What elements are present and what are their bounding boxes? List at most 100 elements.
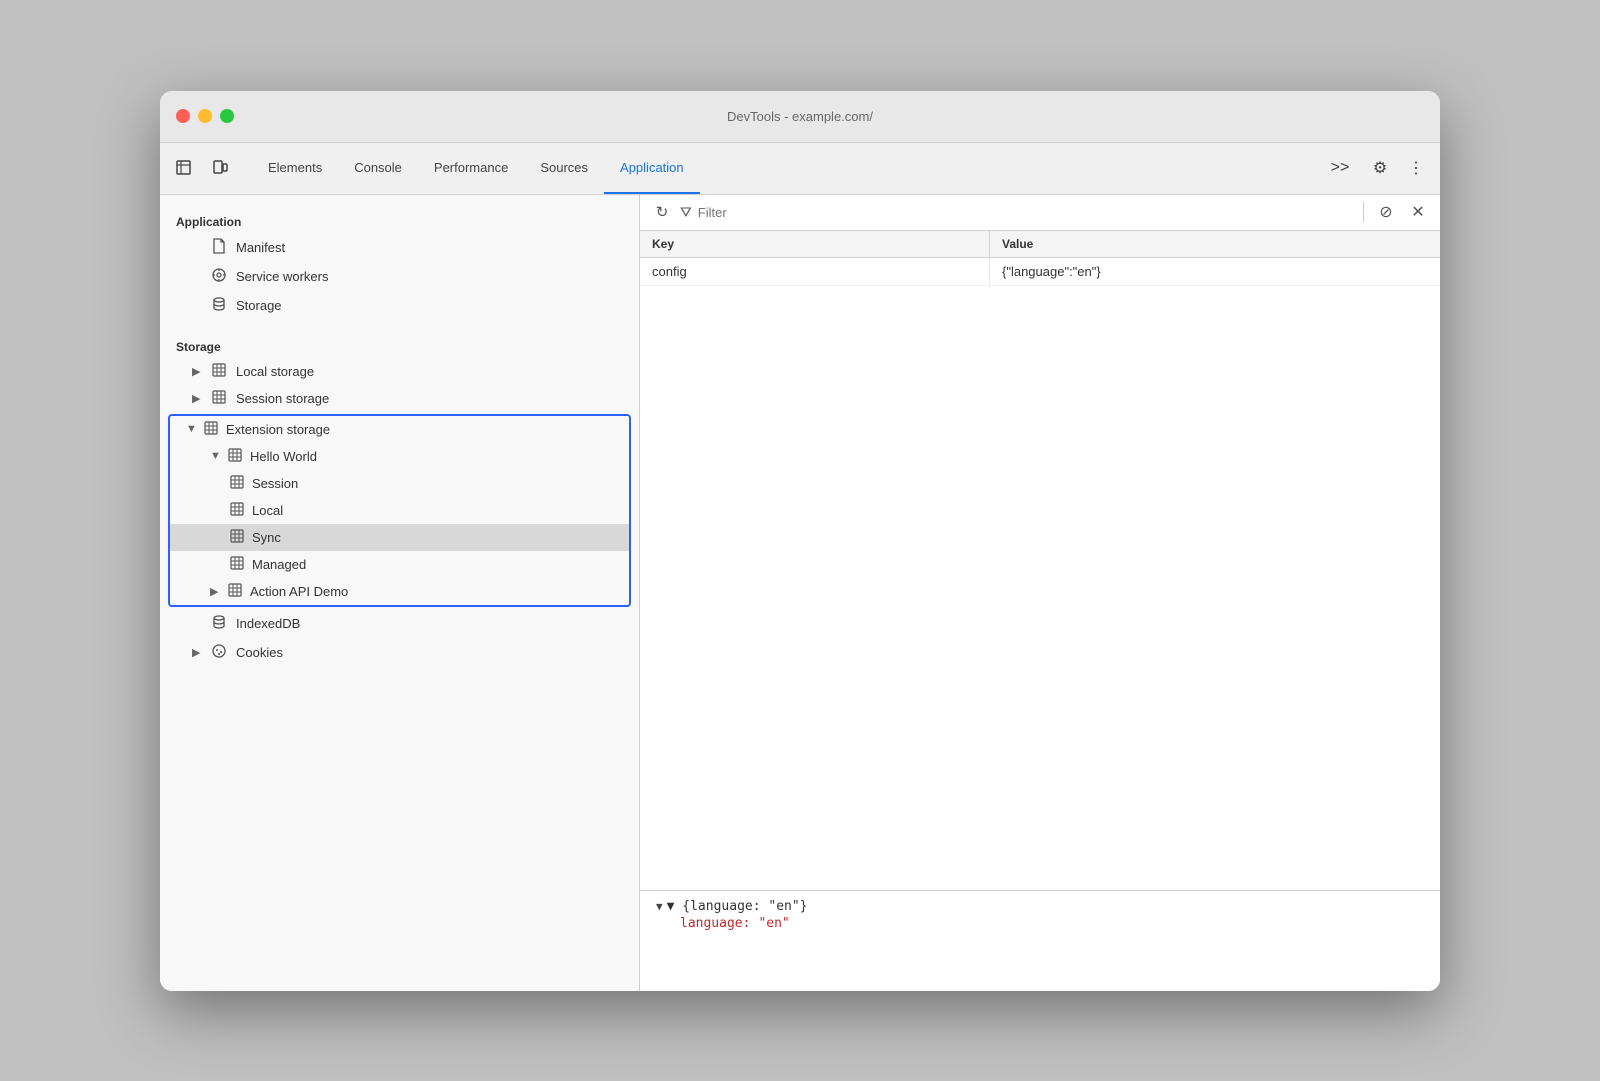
device-icon xyxy=(211,159,229,177)
grid-icon-ext xyxy=(204,421,218,438)
sidebar-item-local-storage[interactable]: ▶ Local storage xyxy=(160,358,639,385)
session-storage-label: Session storage xyxy=(236,391,329,406)
title-bar: DevTools - example.com/ xyxy=(160,91,1440,143)
session-sub-label: Session xyxy=(252,476,298,491)
right-arrow-api: ▶ xyxy=(210,585,220,598)
managed-label: Managed xyxy=(252,557,306,572)
close-button[interactable] xyxy=(176,109,190,123)
indexeddb-label: IndexedDB xyxy=(236,616,300,631)
gear-icon: ⚙ xyxy=(1373,158,1387,178)
sidebar-item-cookies[interactable]: ▶ Cookies xyxy=(160,638,639,667)
database-icon xyxy=(210,296,228,315)
sidebar-item-hw-managed[interactable]: Managed xyxy=(170,551,629,578)
action-api-demo-label: Action API Demo xyxy=(250,584,348,599)
preview-sub-row: language: "en" xyxy=(656,916,1424,931)
no-entry-icon: ⊘ xyxy=(1379,202,1392,222)
preview-panel: ▼ ▼ {language: "en"} language: "en" xyxy=(640,891,1440,991)
cookies-label: Cookies xyxy=(236,645,283,660)
main-content: Application Manifest xyxy=(160,195,1440,991)
tab-sources[interactable]: Sources xyxy=(524,143,604,194)
grid-icon-hw-session xyxy=(230,475,244,492)
cell-value-config: {"language":"en"} xyxy=(990,258,1440,285)
sidebar-item-storage[interactable]: Storage xyxy=(160,291,639,320)
grid-icon-local xyxy=(210,363,228,380)
service-workers-label: Service workers xyxy=(236,269,328,284)
close-filter-button[interactable]: ✕ xyxy=(1404,198,1432,226)
cookie-icon xyxy=(210,643,228,662)
preview-sub-value: "en" xyxy=(758,916,789,931)
refresh-icon: ↻ xyxy=(656,203,669,221)
local-storage-label: Local storage xyxy=(236,364,314,379)
manifest-label: Manifest xyxy=(236,240,285,255)
refresh-button[interactable]: ↻ xyxy=(648,198,676,226)
header-value: Value xyxy=(990,231,1440,257)
vertical-dots-icon: ⋮ xyxy=(1408,158,1424,178)
sidebar-item-hw-local[interactable]: Local xyxy=(170,497,629,524)
toolbar-right-actions: ⚙ ⋮ xyxy=(1364,152,1432,184)
document-icon xyxy=(210,238,228,257)
extension-storage-group: ▼ Extension storage ▼ xyxy=(168,414,631,607)
device-icon-button[interactable] xyxy=(204,152,236,184)
grid-icon-hw xyxy=(228,448,242,465)
data-table: Key Value config {"language":"en"} xyxy=(640,231,1440,891)
filter-input[interactable] xyxy=(698,205,1355,220)
maximize-button[interactable] xyxy=(220,109,234,123)
tab-console[interactable]: Console xyxy=(338,143,418,194)
more-options-button[interactable]: ⋮ xyxy=(1400,152,1432,184)
window-controls xyxy=(176,109,234,123)
sidebar-item-hello-world[interactable]: ▼ Hello World xyxy=(170,443,629,470)
more-tabs-button[interactable]: >> xyxy=(1324,152,1356,184)
right-arrow-session: ▶ xyxy=(192,392,202,405)
sidebar-item-action-api-demo[interactable]: ▶ Action API Demo xyxy=(170,578,629,605)
sidebar-item-extension-storage[interactable]: ▼ Extension storage xyxy=(170,416,629,443)
hello-world-label: Hello World xyxy=(250,449,317,464)
tab-elements[interactable]: Elements xyxy=(252,143,338,194)
cursor-icon-button[interactable] xyxy=(168,152,200,184)
close-icon: ✕ xyxy=(1411,202,1424,222)
sidebar-item-manifest[interactable]: Manifest xyxy=(160,233,639,262)
grid-icon-hw-managed xyxy=(230,556,244,573)
grid-icon-api xyxy=(228,583,242,600)
sidebar-item-hw-sync[interactable]: Sync xyxy=(170,524,629,551)
cell-key-config: config xyxy=(640,258,990,285)
preview-object-row[interactable]: ▼ ▼ {language: "en"} xyxy=(656,899,1424,914)
cursor-icon xyxy=(175,159,193,177)
grid-icon-session xyxy=(210,390,228,407)
tab-application[interactable]: Application xyxy=(604,143,700,194)
local-sub-label: Local xyxy=(252,503,283,518)
filter-icon: ⛛ xyxy=(680,204,692,221)
toolbar: Elements Console Performance Sources App… xyxy=(160,143,1440,195)
down-arrow-ext: ▼ xyxy=(186,423,196,435)
devtools-window: DevTools - example.com/ Elements Console xyxy=(160,91,1440,991)
sync-label: Sync xyxy=(252,530,281,545)
clear-filter-button[interactable]: ⊘ xyxy=(1372,198,1400,226)
minimize-button[interactable] xyxy=(198,109,212,123)
right-arrow-cookies: ▶ xyxy=(192,646,202,659)
storage-section-title: Storage xyxy=(160,332,639,358)
extension-storage-label: Extension storage xyxy=(226,422,330,437)
sidebar-item-indexeddb[interactable]: IndexedDB xyxy=(160,609,639,638)
service-worker-icon xyxy=(210,267,228,286)
down-arrow-hw: ▼ xyxy=(210,450,220,462)
sidebar-item-session-storage[interactable]: ▶ Session storage xyxy=(160,385,639,412)
window-title: DevTools - example.com/ xyxy=(727,109,873,124)
header-key: Key xyxy=(640,231,990,257)
table-row[interactable]: config {"language":"en"} xyxy=(640,258,1440,286)
right-panel: ↻ ⛛ ⊘ ✕ Key Value config xyxy=(640,195,1440,991)
storage-label: Storage xyxy=(236,298,282,313)
preview-sub-key: language: xyxy=(680,916,750,931)
toolbar-icon-group xyxy=(168,152,244,184)
sidebar-item-service-workers[interactable]: Service workers xyxy=(160,262,639,291)
grid-icon-hw-local xyxy=(230,502,244,519)
settings-button[interactable]: ⚙ xyxy=(1364,152,1396,184)
database-icon-idb xyxy=(210,614,228,633)
preview-expand-arrow[interactable]: ▼ xyxy=(656,900,663,913)
sidebar: Application Manifest xyxy=(160,195,640,991)
tab-list: Elements Console Performance Sources App… xyxy=(252,143,1324,194)
right-arrow-local: ▶ xyxy=(192,365,202,378)
grid-icon-hw-sync xyxy=(230,529,244,546)
table-header: Key Value xyxy=(640,231,1440,258)
tab-performance[interactable]: Performance xyxy=(418,143,524,194)
sidebar-item-hw-session[interactable]: Session xyxy=(170,470,629,497)
application-section-title: Application xyxy=(160,207,639,233)
